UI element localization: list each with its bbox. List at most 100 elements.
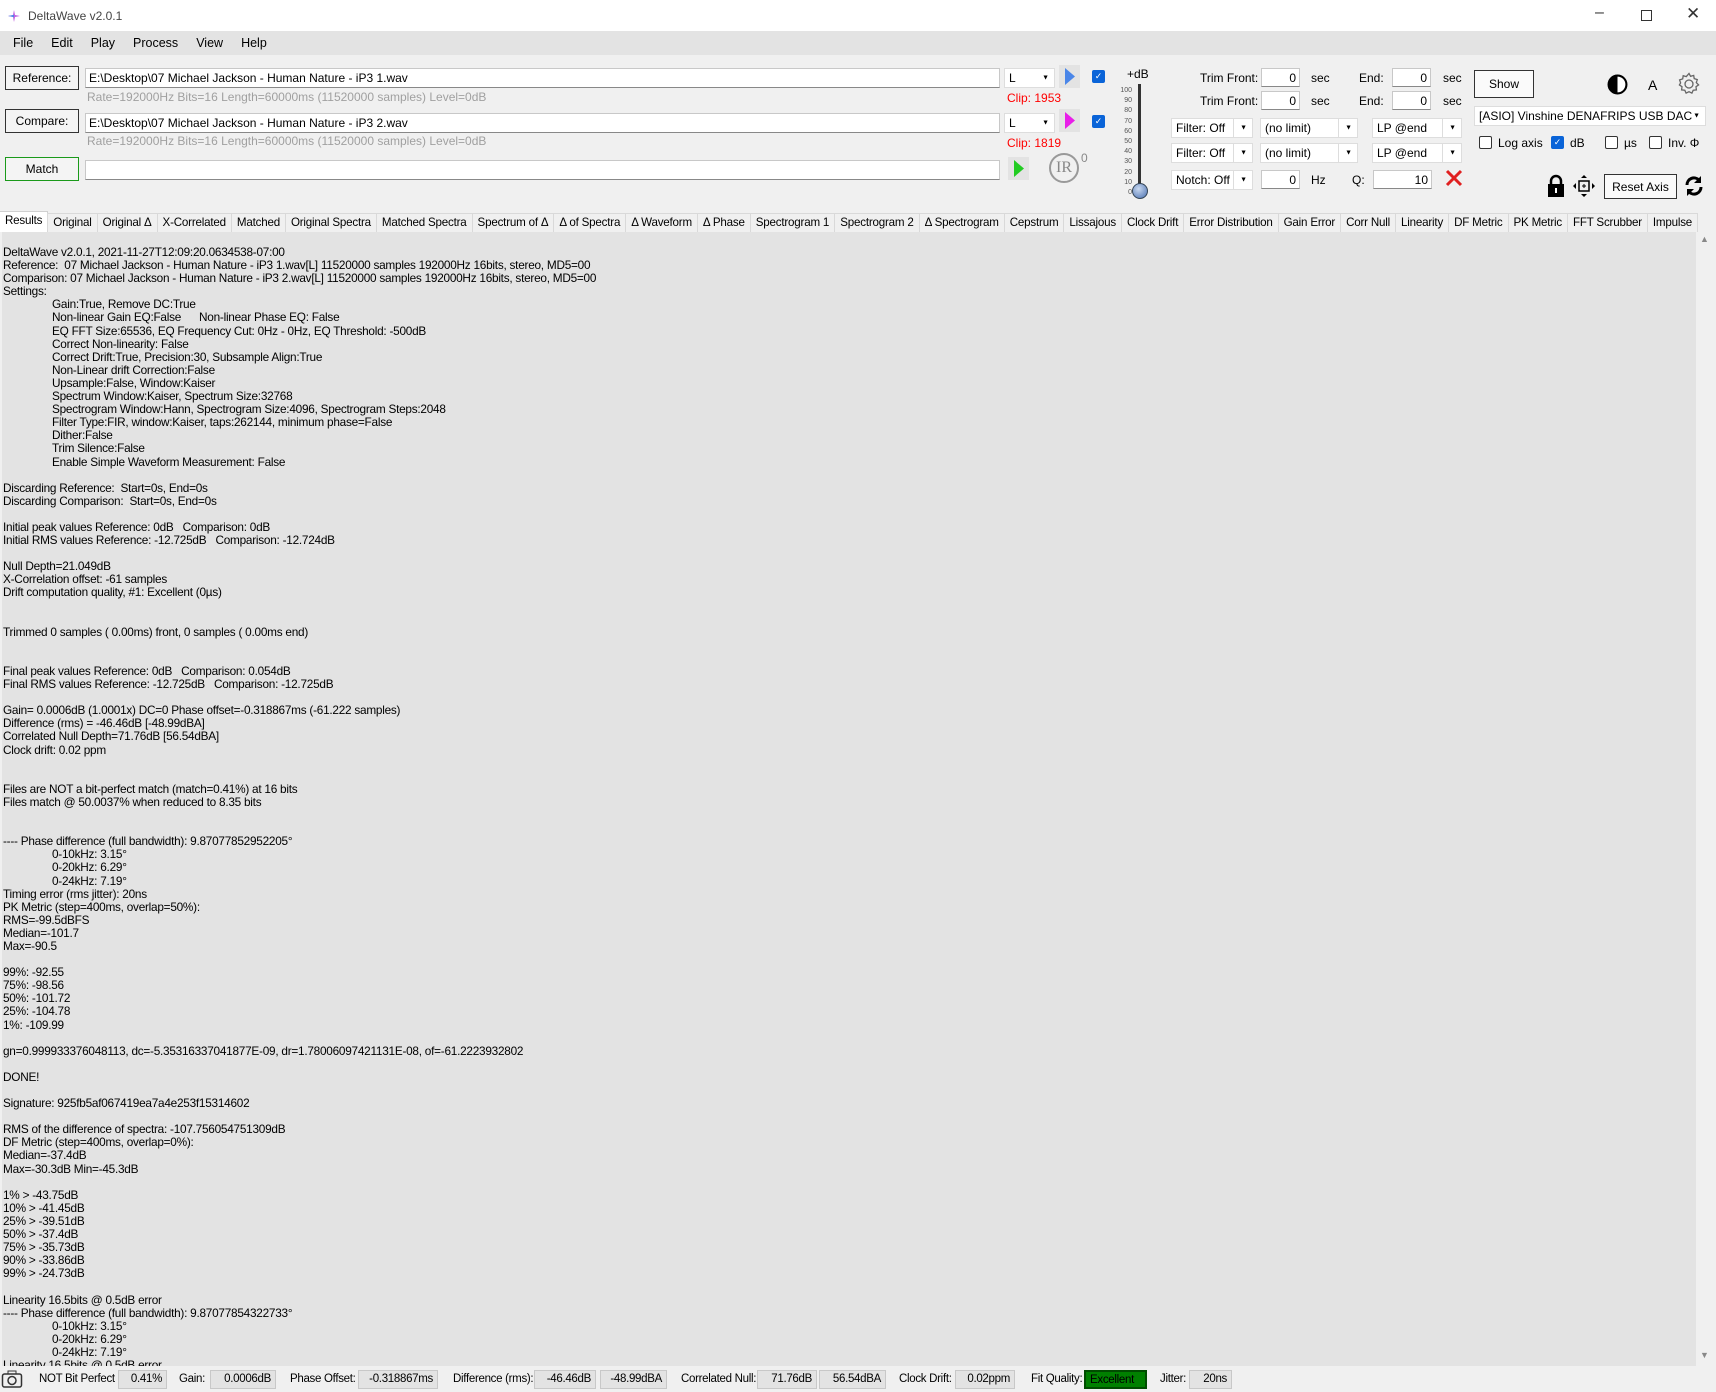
menu-view[interactable]: View: [196, 36, 232, 50]
tab-24[interactable]: Impulse: [1646, 213, 1699, 232]
results-text-area[interactable]: DeltaWave v2.0.1, 2021-11-27T12:09:20.06…: [2, 232, 1696, 1366]
close-icon[interactable]: ✕: [1686, 4, 1700, 24]
trim-front-input[interactable]: 0: [1261, 91, 1300, 110]
clear-filters-x-icon[interactable]: [1445, 169, 1463, 187]
match-button[interactable]: Match: [5, 157, 79, 181]
tab-16[interactable]: Clock Drift: [1120, 213, 1185, 232]
notch-q-input[interactable]: 10: [1373, 170, 1432, 189]
tab-17[interactable]: Error Distribution: [1183, 213, 1279, 232]
result-line: 75%: -98.56: [3, 978, 64, 993]
gear-icon[interactable]: [1677, 72, 1701, 96]
play-compare-button[interactable]: [1059, 109, 1080, 132]
filter-filter-select[interactable]: Filter: Off ▼: [1171, 143, 1253, 163]
filter-lp-select[interactable]: LP @end ▼: [1372, 118, 1462, 138]
lock-icon[interactable]: [1546, 174, 1566, 198]
filter-limit-select[interactable]: (no limit) ▼: [1260, 118, 1358, 138]
compare-channel-select[interactable]: L ▼: [1004, 113, 1055, 133]
difference-dba-value: -48.99dBA: [600, 1370, 667, 1389]
tab-14[interactable]: Cepstrum: [1003, 213, 1065, 232]
level-slider-thumb[interactable]: [1132, 183, 1148, 199]
tab-7[interactable]: Spectrum of Δ: [471, 213, 555, 232]
reference-info: Rate=192000Hz Bits=16 Length=60000ms (11…: [87, 90, 487, 104]
tab-8[interactable]: Δ of Spectra: [553, 213, 627, 232]
tab-20[interactable]: Linearity: [1395, 213, 1450, 232]
result-line: DF Metric (step=400ms, overlap=0%):: [3, 1135, 194, 1150]
scroll-up-icon[interactable]: ▲: [1700, 234, 1709, 244]
tab-2[interactable]: Original Δ: [96, 213, 158, 232]
result-line: DONE!: [3, 1069, 40, 1084]
result-line: 0-24kHz: 7.19°: [3, 873, 127, 888]
show-button[interactable]: Show: [1474, 70, 1534, 98]
correlated-null-label: Correlated Null:: [681, 1373, 757, 1385]
tab-0[interactable]: Results: [0, 211, 49, 232]
option-label[interactable]: Inv. Φ: [1668, 136, 1699, 150]
tab-22[interactable]: PK Metric: [1507, 213, 1568, 232]
chevron-down-icon: ▼: [1240, 124, 1247, 132]
tab-3[interactable]: X-Correlated: [156, 213, 232, 232]
tab-6[interactable]: Matched Spectra: [375, 213, 473, 232]
level-slider-track[interactable]: [1138, 84, 1141, 192]
reference-channel-select[interactable]: L ▼: [1004, 68, 1055, 88]
tab-21[interactable]: DF Metric: [1448, 213, 1509, 232]
camera-icon[interactable]: [1, 1369, 23, 1389]
menu-process[interactable]: Process: [133, 36, 187, 50]
tab-1[interactable]: Original: [47, 213, 98, 232]
menu-play[interactable]: Play: [91, 36, 124, 50]
tab-23[interactable]: FFT Scrubber: [1566, 213, 1648, 232]
trim-front-input[interactable]: 0: [1261, 68, 1300, 87]
tab-5[interactable]: Original Spectra: [284, 213, 377, 232]
gain-label: Gain:: [179, 1373, 205, 1385]
tab-9[interactable]: Δ Waveform: [625, 213, 698, 232]
filter-limit-select[interactable]: (no limit) ▼: [1260, 143, 1358, 163]
result-line: 90% > -33.86dB: [3, 1253, 85, 1268]
option-label[interactable]: Log axis: [1498, 136, 1543, 150]
compare-channel-value: L: [1009, 116, 1016, 130]
match-input[interactable]: [85, 160, 1000, 180]
menu-file[interactable]: File: [13, 36, 42, 50]
trim-end-input[interactable]: 0: [1392, 68, 1431, 87]
tab-19[interactable]: Corr Null: [1340, 213, 1397, 232]
ir-button[interactable]: IR: [1049, 153, 1079, 183]
notch-frequency-input[interactable]: 0: [1261, 170, 1300, 189]
refresh-icon[interactable]: [1683, 174, 1705, 198]
option-checkbox[interactable]: [1479, 136, 1492, 149]
font-button[interactable]: A: [1648, 77, 1657, 93]
menu-edit[interactable]: Edit: [51, 36, 82, 50]
menu-help[interactable]: Help: [241, 36, 276, 50]
tab-12[interactable]: Spectrogram 2: [834, 213, 920, 232]
reference-button[interactable]: Reference:: [5, 66, 79, 90]
maximize-icon[interactable]: [1641, 10, 1652, 21]
trim-end-input[interactable]: 0: [1392, 91, 1431, 110]
play-reference-button[interactable]: [1059, 65, 1080, 88]
output-device-select[interactable]: [ASIO] Vinshine DENAFRIPS USB DAC ▼: [1474, 106, 1706, 126]
vertical-scrollbar[interactable]: ▲ ▼: [1696, 232, 1713, 1366]
reference-enabled-checkbox[interactable]: ✓: [1092, 70, 1105, 83]
tab-18[interactable]: Gain Error: [1277, 213, 1342, 232]
compare-enabled-checkbox[interactable]: ✓: [1092, 115, 1105, 128]
option-checkbox[interactable]: [1605, 136, 1618, 149]
compare-button[interactable]: Compare:: [5, 109, 79, 133]
bit-perfect-label: NOT Bit Perfect: [39, 1373, 115, 1385]
tab-15[interactable]: Lissajous: [1063, 213, 1122, 232]
scroll-down-icon[interactable]: ▼: [1700, 1350, 1709, 1360]
reference-path-input[interactable]: E:\Desktop\07 Michael Jackson - Human Na…: [85, 68, 1000, 88]
reset-axis-button[interactable]: Reset Axis: [1604, 174, 1677, 199]
filter-lp-select[interactable]: LP @end ▼: [1372, 143, 1462, 163]
pan-move-icon[interactable]: [1572, 174, 1596, 198]
filter-filter-select[interactable]: Filter: Off ▼: [1171, 118, 1253, 138]
compare-path-input[interactable]: E:\Desktop\07 Michael Jackson - Human Na…: [85, 113, 1000, 133]
option-label[interactable]: µs: [1624, 136, 1637, 150]
tab-13[interactable]: Δ Spectrogram: [918, 213, 1005, 232]
option-label[interactable]: dB: [1570, 136, 1585, 150]
play-difference-button[interactable]: [1008, 157, 1029, 180]
minimize-icon[interactable]: –: [1595, 4, 1604, 22]
result-line: Timing error (rms jitter): 20ns: [3, 886, 147, 901]
option-checkbox[interactable]: [1649, 136, 1662, 149]
notch-select[interactable]: Notch: Off ▼: [1171, 170, 1253, 190]
tab-11[interactable]: Spectrogram 1: [749, 213, 836, 232]
notch-value: Notch: Off: [1176, 173, 1230, 187]
contrast-icon[interactable]: [1607, 74, 1628, 95]
tab-10[interactable]: Δ Phase: [696, 213, 751, 232]
tab-4[interactable]: Matched: [230, 213, 286, 232]
option-checkbox[interactable]: ✓: [1551, 136, 1564, 149]
